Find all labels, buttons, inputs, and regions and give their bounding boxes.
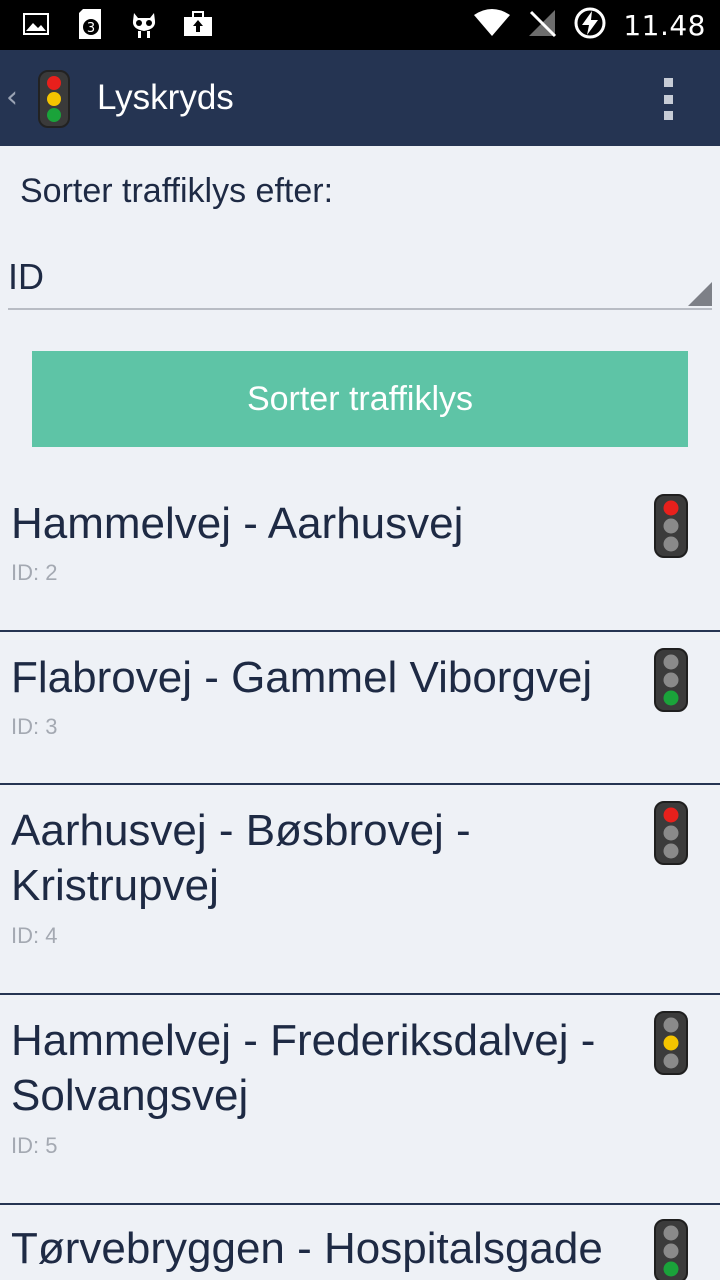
list-item[interactable]: Aarhusvej - Bøsbrovej - Kristrupvej ID: 4 (0, 785, 720, 995)
status-bar: 3 11.48 (0, 0, 720, 50)
intersection-list: Hammelvej - Aarhusvej ID: 2 Flabrovej - Ga… (0, 478, 720, 1280)
intersection-name: Aarhusvej - Bøsbrovej - Kristrupvej (11, 806, 471, 910)
intersection-name: Flabrovej - Gammel Viborgvej (11, 653, 593, 702)
traffic-light-green-icon (654, 648, 688, 716)
page-title: Lyskryds (97, 78, 234, 117)
overflow-menu-icon[interactable] (660, 78, 676, 120)
sort-label: Sorter traffiklys efter: (20, 172, 334, 210)
traffic-light-yellow-icon (654, 1011, 688, 1079)
intersection-name: Hammelvej - Aarhusvej (11, 499, 464, 548)
sort-button[interactable]: Sorter traffiklys (32, 351, 688, 447)
briefcase-upload-icon (182, 8, 214, 40)
traffic-light-red-icon (654, 494, 688, 562)
sd-badge: 3 (87, 21, 95, 36)
battery-charging-icon (573, 6, 607, 44)
traffic-light-green-icon (654, 1219, 688, 1280)
sort-criteria-dropdown[interactable]: ID (8, 250, 712, 310)
list-item[interactable]: Hammelvej - Frederiksdalvej - Solvangsve… (0, 995, 720, 1205)
wifi-icon (473, 9, 511, 41)
intersection-id: ID: 2 (11, 560, 58, 585)
dropdown-arrow-icon (688, 282, 712, 306)
list-item[interactable]: Hammelvej - Aarhusvej ID: 2 (0, 478, 720, 632)
status-time: 11.48 (623, 8, 706, 42)
intersection-id: ID: 4 (11, 923, 58, 948)
intersection-name: Tørvebryggen - Hospitalsgade (11, 1224, 603, 1273)
no-signal-icon (527, 8, 557, 42)
back-chevron-icon[interactable]: ‹ (6, 80, 30, 116)
intersection-name: Hammelvej - Frederiksdalvej - Solvangsve… (11, 1016, 596, 1120)
intersection-id: ID: 3 (11, 714, 58, 739)
list-item[interactable]: Flabrovej - Gammel Viborgvej ID: 3 (0, 632, 720, 785)
intersection-id: ID: 5 (11, 1133, 58, 1158)
sd-card-3-icon: 3 (74, 8, 106, 40)
list-item[interactable]: Tørvebryggen - Hospitalsgade (0, 1205, 720, 1280)
sort-criteria-value: ID (8, 256, 44, 297)
action-bar: ‹ Lyskryds (0, 50, 720, 146)
image-icon (20, 8, 52, 40)
traffic-light-red-icon (654, 801, 688, 869)
cyanogen-mod-icon (128, 8, 160, 40)
traffic-light-logo-icon[interactable] (38, 70, 70, 132)
